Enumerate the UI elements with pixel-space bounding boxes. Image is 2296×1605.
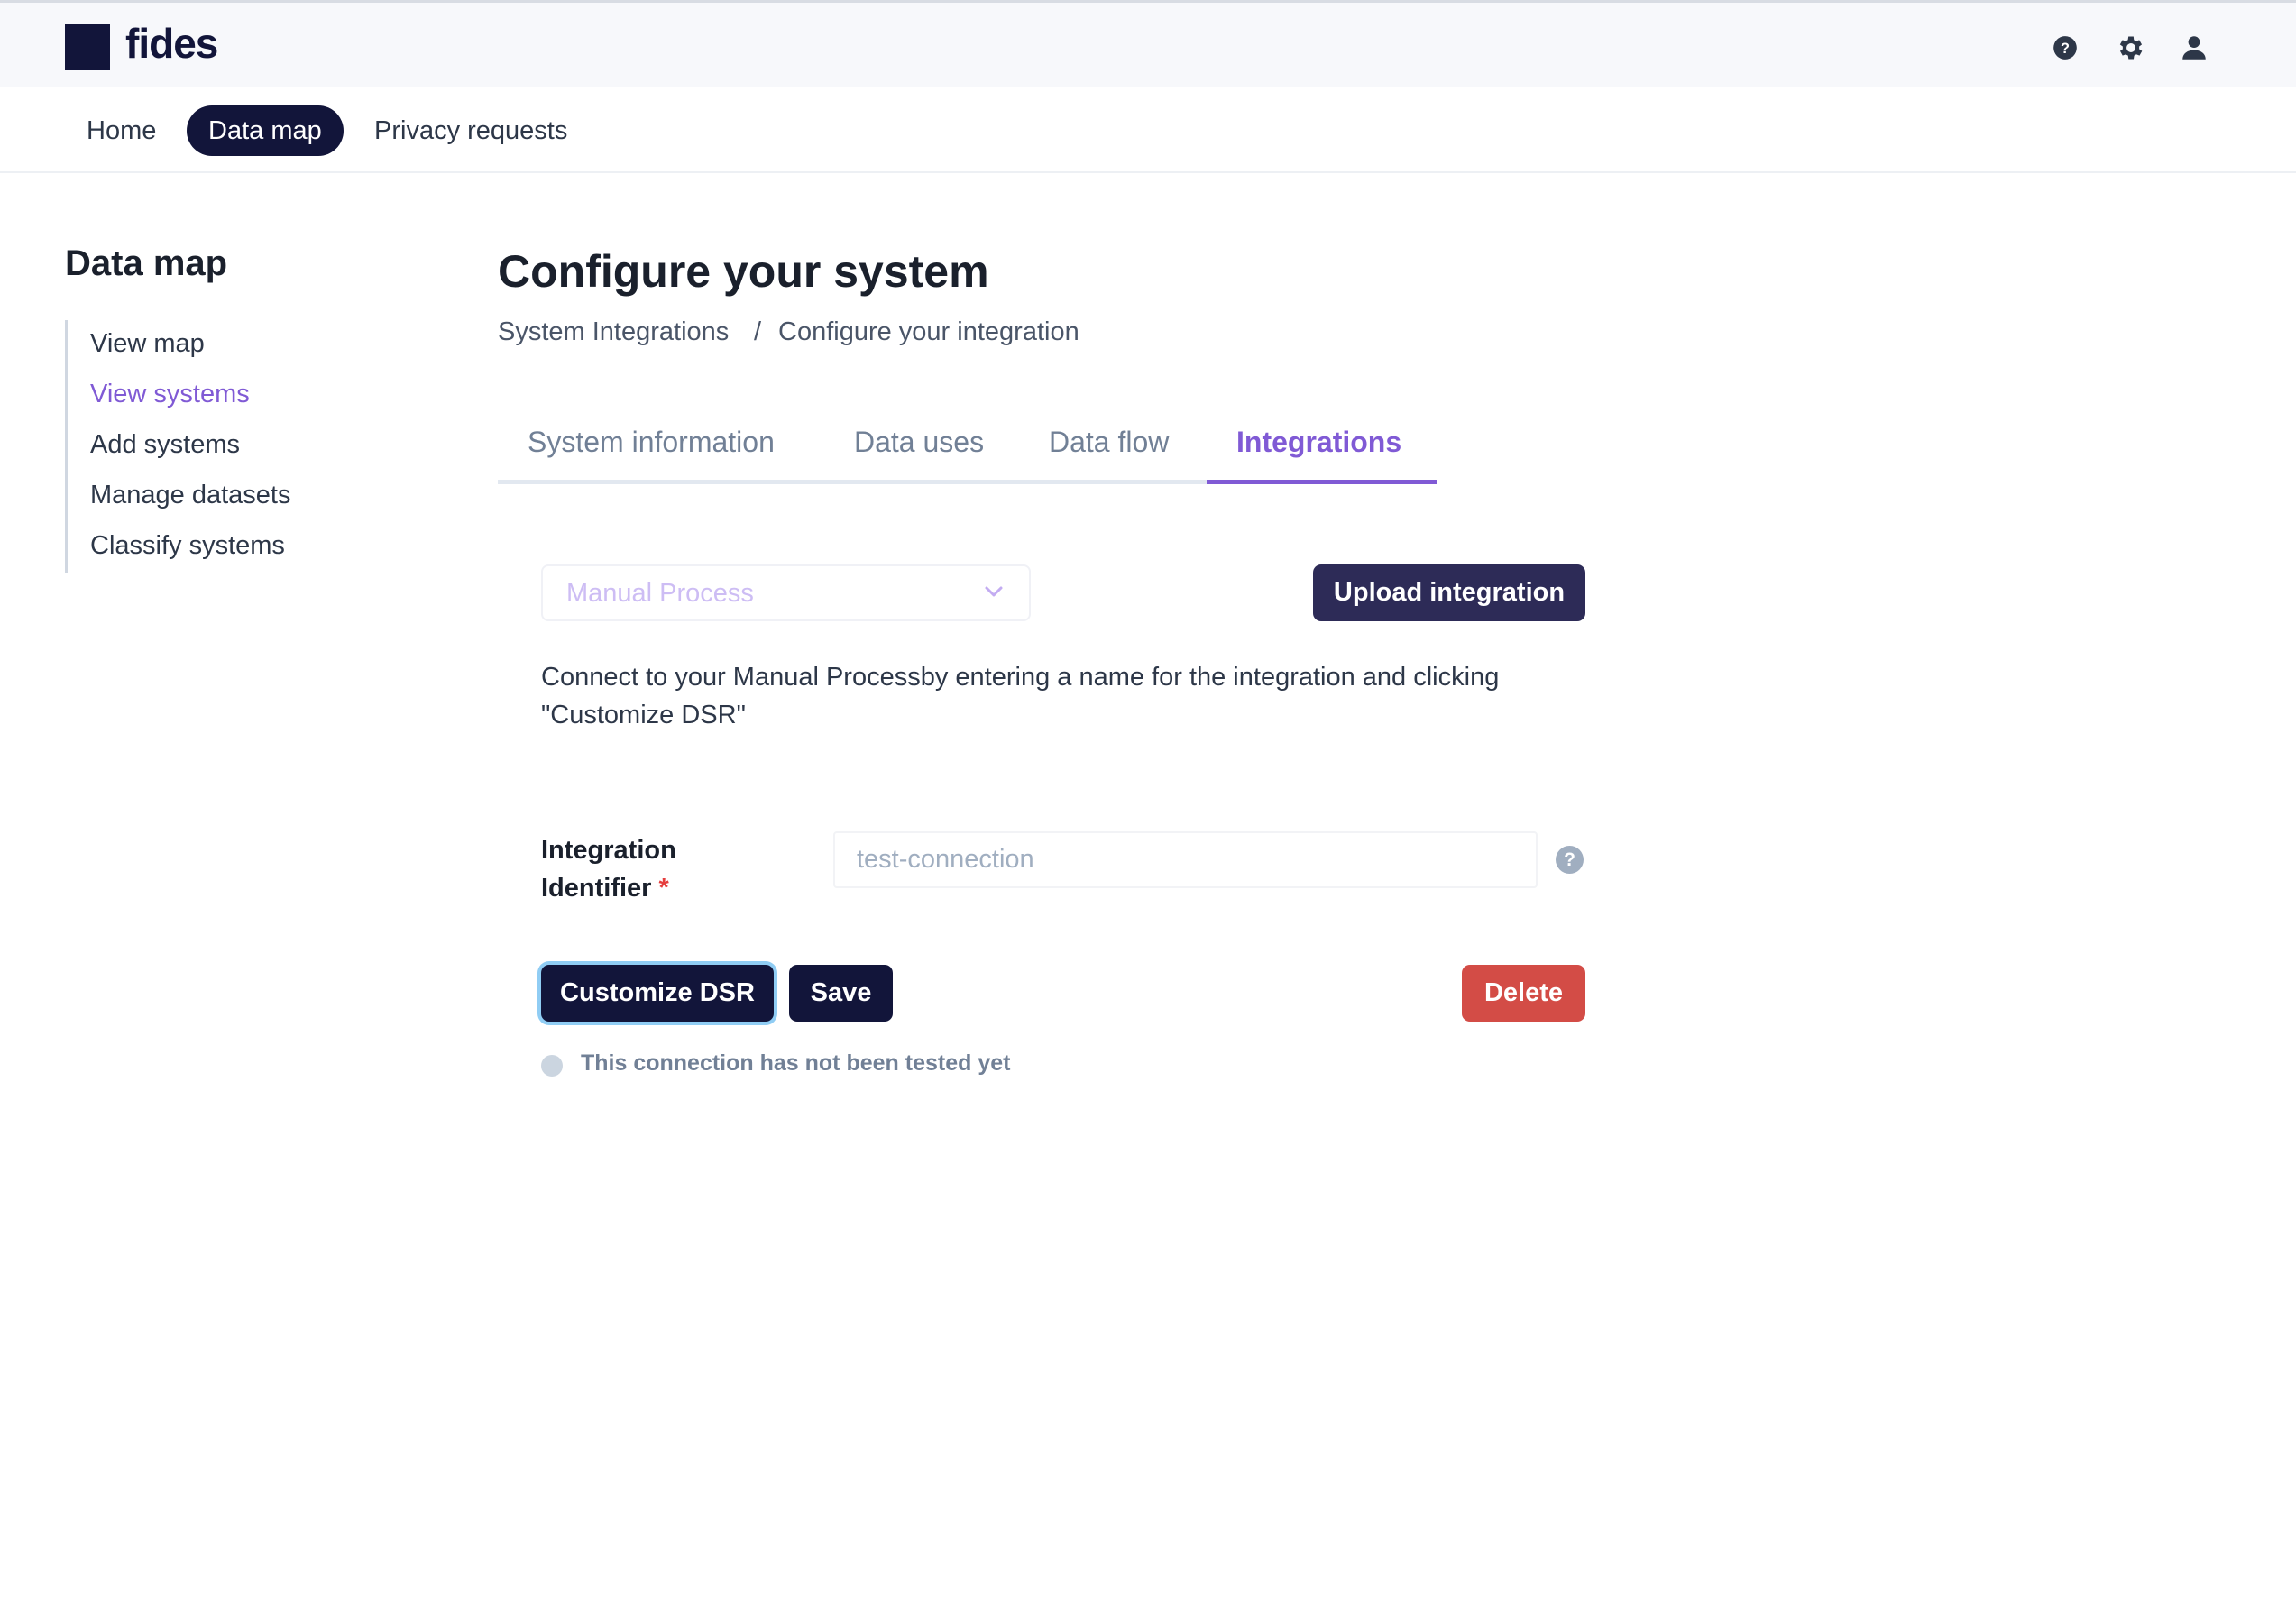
required-marker: * <box>658 874 669 903</box>
save-button[interactable]: Save <box>789 965 893 1022</box>
sidebar-list: View map View systems Add systems Manage… <box>65 320 338 573</box>
integration-identifier-input[interactable] <box>833 831 1538 888</box>
label-line-2: Identifier <box>541 874 652 903</box>
description-line-1: Connect to your Manual Processby enterin… <box>541 663 1500 692</box>
nav-item-data-map[interactable]: Data map <box>187 105 344 156</box>
nav-item-privacy-requests[interactable]: Privacy requests <box>353 105 589 156</box>
label-line-1: Integration <box>541 836 676 865</box>
sidebar-item-add-systems[interactable]: Add systems <box>90 430 240 460</box>
connection-status-dot-icon <box>541 1055 563 1077</box>
help-tooltip-icon[interactable]: ? <box>1556 846 1584 874</box>
upload-integration-button[interactable]: Upload integration <box>1313 564 1585 621</box>
customize-dsr-button[interactable]: Customize DSR <box>541 965 774 1022</box>
gear-icon[interactable] <box>2113 30 2149 66</box>
main-nav: Home Data map Privacy requests <box>0 87 2296 173</box>
breadcrumb-current: Configure your integration <box>778 317 1079 346</box>
tab-integrations[interactable]: Integrations <box>1236 426 1401 459</box>
logo-text: fides <box>125 20 218 67</box>
sidebar-title: Data map <box>65 243 228 283</box>
logo-mark <box>65 24 110 70</box>
sidebar-item-manage-datasets[interactable]: Manage datasets <box>90 481 290 510</box>
description-line-2: "Customize DSR" <box>541 701 746 729</box>
page-title: Configure your system <box>498 246 989 297</box>
user-icon[interactable] <box>2176 30 2212 66</box>
svg-text:?: ? <box>2061 41 2070 57</box>
integration-type-value: Manual Process <box>566 579 754 608</box>
help-icon[interactable]: ? <box>2047 30 2083 66</box>
integration-description: Connect to your Manual Processby enterin… <box>541 658 1587 734</box>
tab-data-flow[interactable]: Data flow <box>1049 426 1169 459</box>
connection-status-text: This connection has not been tested yet <box>581 1050 1011 1076</box>
chevron-down-icon <box>984 584 1004 603</box>
breadcrumb-system-integrations[interactable]: System Integrations <box>498 317 729 347</box>
active-tab-indicator <box>1207 480 1437 484</box>
tab-data-uses[interactable]: Data uses <box>854 426 984 459</box>
integration-identifier-label: Integration Identifier * <box>541 831 676 907</box>
top-bar: fides ? <box>0 0 2296 87</box>
sidebar-item-view-systems[interactable]: View systems <box>90 380 250 409</box>
breadcrumb-separator: / <box>754 317 762 346</box>
sidebar-item-classify-systems[interactable]: Classify systems <box>90 531 285 561</box>
nav-item-home[interactable]: Home <box>65 105 178 156</box>
delete-button[interactable]: Delete <box>1462 965 1585 1022</box>
tab-system-information[interactable]: System information <box>528 426 775 459</box>
sidebar-item-view-map[interactable]: View map <box>90 329 205 359</box>
integration-type-select[interactable]: Manual Process <box>541 564 1031 621</box>
